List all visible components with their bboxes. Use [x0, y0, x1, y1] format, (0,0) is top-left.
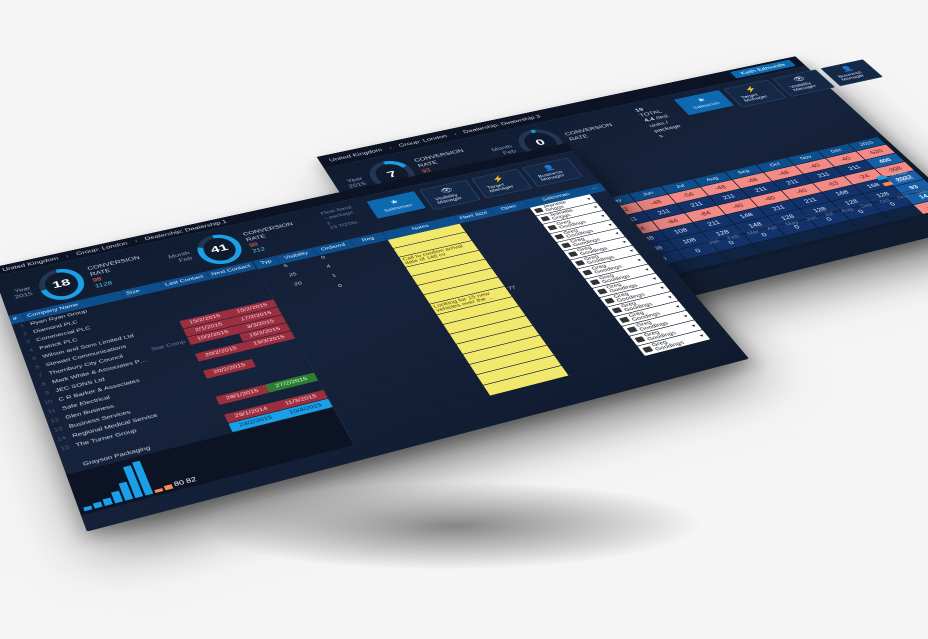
chevron-down-icon: ▾ [651, 276, 658, 281]
business-manager-button[interactable]: 👤Business Manager [522, 158, 583, 187]
month-gauge: 41 [191, 231, 248, 268]
avatar-icon [582, 270, 592, 276]
legend-swatch-visits [875, 175, 887, 180]
chevron-down-icon: ▾ [621, 240, 627, 245]
chevron-down-icon: ▾ [600, 214, 606, 219]
chevron-down-icon: ▾ [593, 205, 599, 210]
chevron-down-icon: ▾ [636, 258, 643, 263]
avatar-icon [642, 346, 653, 353]
visibility-manager-button[interactable]: 👁Visibility Manager [419, 180, 480, 210]
rate-label: CONVERSION RATE [563, 120, 627, 142]
chevron-down-icon: ▾ [607, 223, 613, 228]
avatar-icon [568, 251, 578, 257]
button-label: Visibility Manager [434, 191, 470, 205]
axis-tick: Jun [805, 216, 828, 231]
totals-block: 19 TOTAL 4.4 /ted. units / package s [633, 103, 687, 139]
band-block: Fleet Band – package 1 19 TOTAL [320, 205, 363, 231]
avatar-icon [604, 298, 615, 304]
button-label: Salesman [383, 203, 413, 213]
row-index [60, 454, 77, 462]
crumb-sep: › [65, 253, 70, 258]
avatar-icon [634, 336, 645, 343]
axis-tick: Nov [896, 194, 920, 209]
chevron-down-icon: ▾ [674, 304, 681, 309]
axis-tick: Feb [727, 234, 750, 250]
axis-tick: Mar [746, 230, 769, 246]
axis-tick: Aug [840, 207, 864, 222]
chevron-down-icon: ▾ [659, 285, 666, 290]
axis-tick: May [784, 220, 808, 236]
month-stats: CONVERSION RATE [563, 120, 627, 142]
chevron-down-icon: ▾ [698, 333, 705, 338]
year-gauge-value: 18 [51, 277, 73, 291]
avatar-icon [547, 225, 557, 231]
avatar-icon [597, 288, 608, 294]
axis-tick: Dec [915, 189, 928, 204]
avatar-icon [619, 317, 630, 323]
chevron-down-icon: ▾ [690, 323, 697, 328]
legend-swatch-sales [882, 181, 894, 186]
avatar-icon [540, 216, 550, 221]
avatar-icon [554, 234, 564, 240]
button-label: Salesman [692, 101, 721, 110]
avatar-icon [575, 260, 585, 266]
axis-tick: Apr [766, 225, 788, 240]
axis-tick: Jul [824, 212, 845, 227]
bar-value: 80 [173, 479, 186, 488]
total-value-1: 19 [329, 225, 338, 230]
crumb-sep: › [134, 238, 139, 243]
crumb-sep: › [452, 132, 458, 137]
axis-tick: Sep [859, 203, 883, 218]
avatar-icon [534, 208, 544, 213]
chevron-down-icon: ▾ [614, 231, 620, 236]
chevron-down-icon: ▾ [628, 248, 635, 253]
bar-value: 82 [185, 476, 198, 485]
avatar-icon [590, 279, 600, 285]
chevron-down-icon: ▾ [682, 314, 689, 319]
year-gauge: 18 [34, 265, 90, 304]
button-label: Target Manager [486, 180, 522, 193]
star-icon: ★ [388, 199, 400, 206]
chevron-down-icon: ▾ [586, 197, 592, 202]
chevron-down-icon: ▾ [667, 295, 674, 300]
button-label: Business Manager [537, 169, 573, 182]
avatar-icon [561, 242, 571, 248]
row-index [64, 464, 81, 472]
salesman-button[interactable]: ★Salesman [674, 90, 734, 115]
button-label: Target Manager [740, 90, 776, 103]
avatar-icon [627, 326, 638, 332]
crumb-sep: › [388, 145, 393, 150]
salesman-button[interactable]: ★Salesman [367, 191, 426, 218]
target-manager-button[interactable]: ⚡Target Manager [471, 169, 532, 199]
chevron-down-icon: ▾ [644, 267, 651, 272]
total-label-2: /ted. units / package s [648, 114, 682, 139]
star-icon: ★ [695, 97, 708, 104]
axis-tick: Oct [879, 198, 902, 213]
month-gauge-value: 41 [209, 243, 231, 256]
avatar-icon [612, 307, 623, 313]
